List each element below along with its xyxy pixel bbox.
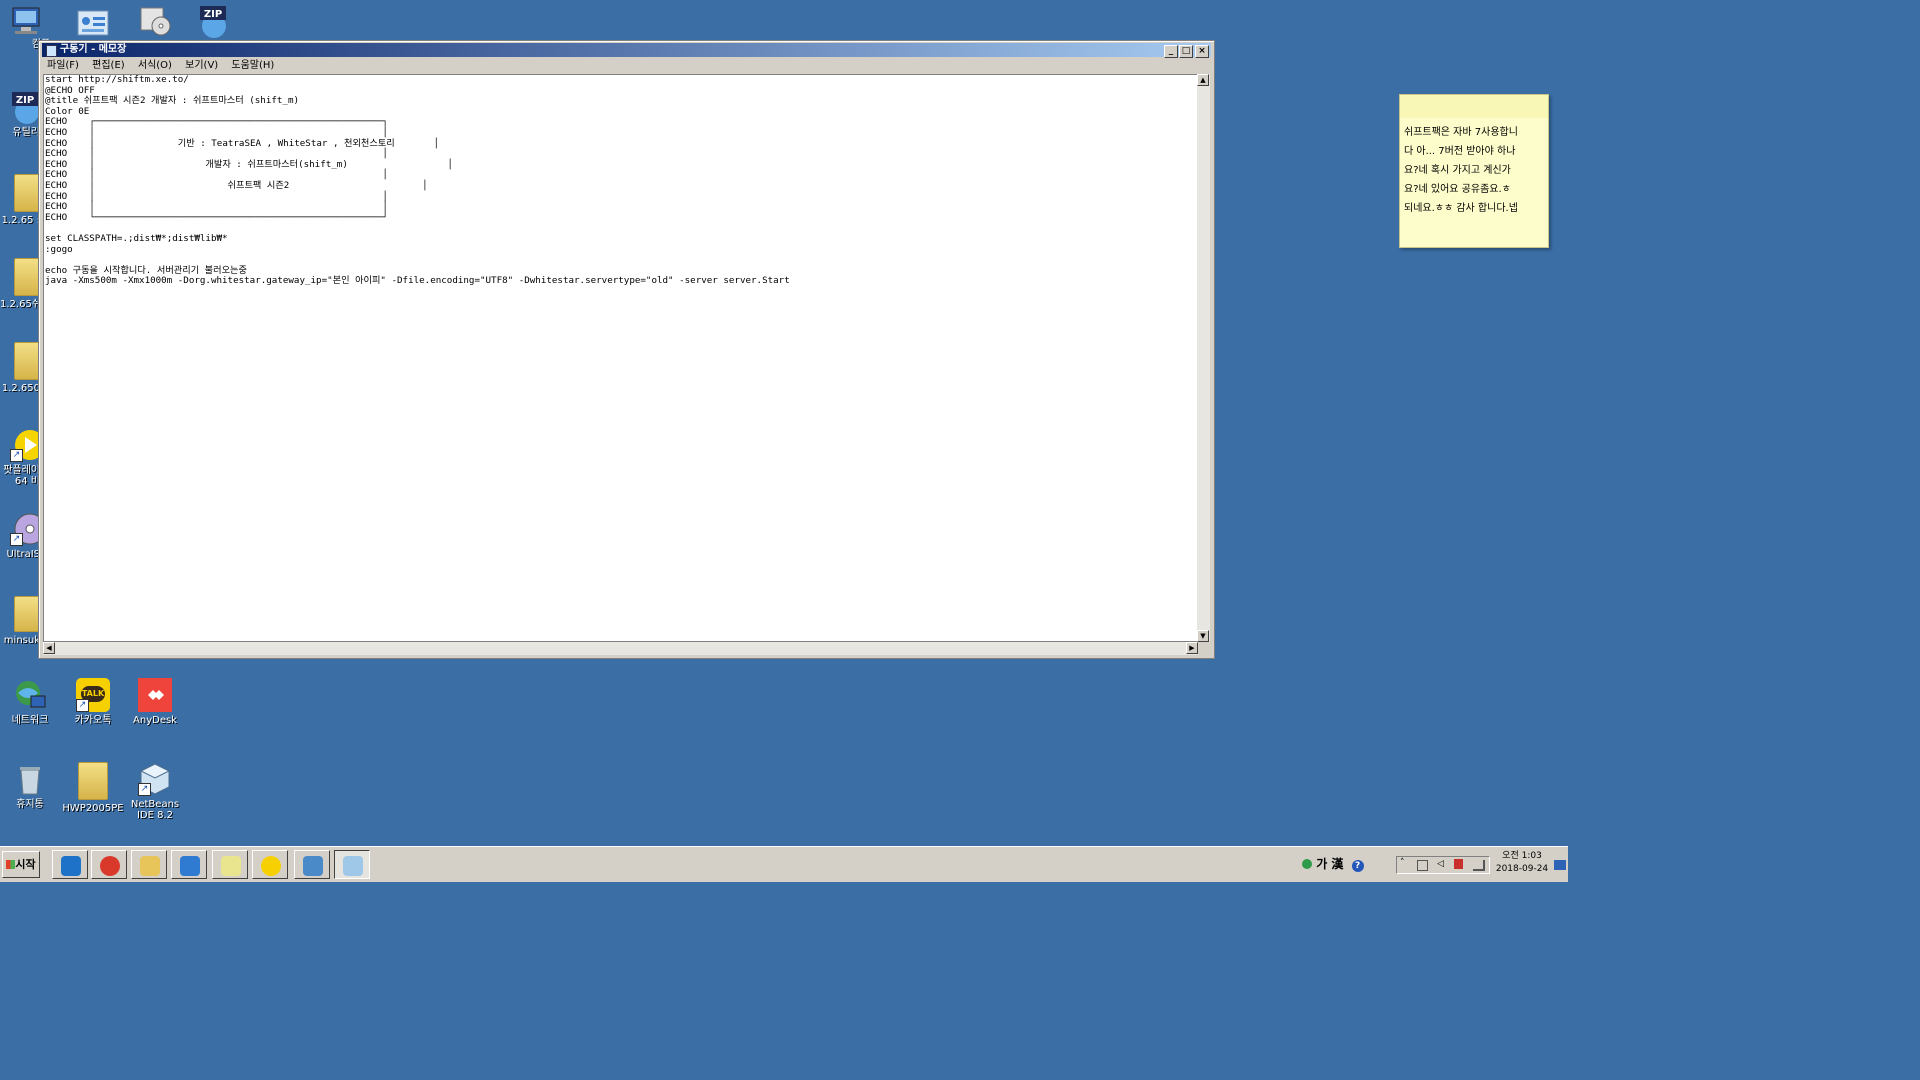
- desktop-icon-recycle-bin[interactable]: 휴지통: [0, 762, 62, 810]
- desktop-icon-anydesk[interactable]: AnyDesk: [123, 678, 187, 726]
- zip-badge: ZIP: [204, 9, 222, 20]
- kakaotalk-icon: [261, 856, 281, 876]
- desktop-icon-network[interactable]: 네트워크: [0, 678, 62, 726]
- menu-format[interactable]: 서식(O): [138, 60, 172, 71]
- tray-arrow-icon[interactable]: ˄: [1400, 858, 1405, 868]
- zip-utility-icon: ZIP: [10, 90, 40, 124]
- desktop-icon-folder-1[interactable]: 1.2.65 :: [0, 174, 40, 226]
- shortcut-arrow-icon: ↗: [76, 699, 89, 712]
- start-button[interactable]: 시작: [2, 851, 40, 878]
- close-button[interactable]: ×: [1195, 45, 1209, 58]
- desktop-icon-zip[interactable]: ZIP: [182, 4, 246, 41]
- lightning-app-icon: [303, 856, 323, 876]
- show-desktop-button[interactable]: [1554, 860, 1566, 870]
- taskbar: 시작 가 漢 ? ˄ ◁ 오전 1:03 2018-09-24: [0, 846, 1568, 882]
- media-player-icon: [180, 856, 200, 876]
- taskbar-app-notepad[interactable]: [334, 850, 370, 879]
- tray-signal-icon[interactable]: [1473, 860, 1485, 871]
- user-folder-icon: [14, 596, 40, 632]
- potplayer-icon: ↗: [10, 428, 40, 462]
- printer-disc-icon: [137, 4, 171, 36]
- taskbar-app-kakaotalk[interactable]: [252, 850, 288, 879]
- notepad-window[interactable]: 구동기 - 메모장 _ □ × 파일(F) 편집(E) 서식(O) 보기(V) 도움…: [38, 40, 1215, 659]
- clock-time: 오전 1:03: [1502, 851, 1542, 861]
- desktop-icon-user-folder[interactable]: minsuk: [0, 596, 40, 646]
- desktop-icon-folder-2[interactable]: 1.2.65쉬: [0, 258, 40, 310]
- clock-date: 2018-09-24: [1495, 864, 1549, 874]
- window-title: 구동기 - 메모장: [60, 44, 127, 55]
- shortcut-arrow-icon: ↗: [138, 783, 151, 796]
- scroll-left-button[interactable]: ◀: [43, 642, 55, 654]
- ime-icon: [1302, 859, 1312, 869]
- menu-file[interactable]: 파일(F): [47, 60, 79, 71]
- sticky-note-header[interactable]: [1400, 95, 1548, 118]
- tray-network-icon[interactable]: [1417, 860, 1428, 871]
- sticky-note[interactable]: 쉬프트팩은 자바 7사용합니 다 아... 7버전 받아야 하나 요?네 혹시 …: [1399, 94, 1549, 248]
- sticky-notes-icon: [221, 856, 241, 876]
- zip-icon: ZIP: [197, 4, 231, 38]
- computer-icon: [9, 6, 43, 36]
- kakaotalk-icon: TALK ↗: [76, 678, 110, 712]
- scroll-up-button[interactable]: ▲: [1197, 74, 1209, 86]
- hwp-folder-icon: [78, 762, 108, 800]
- desktop-icon-folder-3[interactable]: 1.2.650: [0, 342, 40, 394]
- folder-icon: [14, 342, 40, 380]
- netbeans-icon: ↗: [138, 762, 172, 796]
- sticky-note-line: 요?네 있어요 공유좀요.ㅎ: [1404, 184, 1511, 195]
- vertical-scrollbar[interactable]: ▲ ▼: [1197, 74, 1210, 642]
- menu-view[interactable]: 보기(V): [185, 60, 218, 71]
- window-titlebar[interactable]: 구동기 - 메모장 _ □ ×: [42, 43, 1211, 58]
- desktop-icon-ultraiso[interactable]: ↗ UltraIS: [0, 512, 40, 560]
- desktop-icon-kakaotalk[interactable]: TALK ↗ 카카오톡: [61, 678, 125, 726]
- notepad-icon: [343, 856, 363, 876]
- desktop-icon-zip-utility[interactable]: ZIP 유틸리: [0, 90, 40, 138]
- system-tray: ˄ ◁: [1396, 856, 1490, 874]
- anydesk-icon: [138, 678, 172, 712]
- svg-text:ZIP: ZIP: [16, 95, 34, 106]
- desktop-icon-hwp-folder[interactable]: HWP2005PE: [61, 762, 125, 814]
- ultraiso-icon: ↗: [10, 512, 40, 546]
- recycle-bin-icon: [13, 762, 47, 796]
- sticky-note-body[interactable]: 쉬프트팩은 자바 7사용합니 다 아... 7버전 받아야 하나 요?네 혹시 …: [1400, 118, 1548, 223]
- taskbar-app-lightning[interactable]: [294, 850, 330, 879]
- sticky-note-line: 되네요.ㅎㅎ 감사 합니다.넵: [1404, 203, 1518, 214]
- tray-alert-icon[interactable]: [1454, 859, 1463, 869]
- taskbar-clock[interactable]: 오전 1:03 2018-09-24: [1490, 850, 1554, 876]
- menu-bar: 파일(F) 편집(E) 서식(O) 보기(V) 도움말(H): [42, 58, 279, 73]
- network-icon: [13, 678, 47, 712]
- chrome-icon: [100, 856, 120, 876]
- menu-edit[interactable]: 편집(E): [92, 60, 125, 71]
- folder-icon: [14, 258, 40, 296]
- sticky-note-line: 요?네 혹시 가지고 계신가: [1404, 165, 1511, 176]
- taskbar-app-ie[interactable]: [52, 850, 88, 879]
- folder-icon: [14, 174, 40, 212]
- help-icon[interactable]: ?: [1351, 860, 1364, 872]
- shortcut-arrow-icon: ↗: [10, 533, 23, 546]
- desktop-icon-potplayer[interactable]: ↗ 팟플레이 64 비: [0, 428, 40, 487]
- desktop-icon-printer-disc[interactable]: [122, 4, 186, 39]
- scroll-down-button[interactable]: ▼: [1197, 630, 1209, 642]
- tray-volume-icon[interactable]: ◁: [1437, 859, 1444, 869]
- ime-indicator[interactable]: 가 漢 ?: [1302, 855, 1364, 872]
- ie-icon: [61, 856, 81, 876]
- menu-help[interactable]: 도움말(H): [231, 60, 274, 71]
- taskbar-app-media-player[interactable]: [171, 850, 207, 879]
- maximize-button[interactable]: □: [1179, 45, 1193, 58]
- explorer-icon: [140, 856, 160, 876]
- taskbar-app-chrome[interactable]: [91, 850, 127, 879]
- taskbar-app-sticky-notes[interactable]: [212, 850, 248, 879]
- text-editor[interactable]: start http://shiftm.xe.to/ @ECHO OFF @ti…: [43, 74, 1198, 642]
- scroll-right-button[interactable]: ▶: [1186, 642, 1198, 654]
- control-panel-icon: [76, 8, 110, 36]
- sticky-note-line: 쉬프트팩은 자바 7사용합니: [1404, 127, 1518, 138]
- notepad-icon: [46, 45, 57, 57]
- desktop-icon-control-panel[interactable]: [61, 8, 125, 39]
- sticky-note-line: 다 아... 7버전 받아야 하나: [1404, 146, 1516, 157]
- editor-content[interactable]: start http://shiftm.xe.to/ @ECHO OFF @ti…: [44, 74, 1197, 287]
- shortcut-arrow-icon: ↗: [10, 449, 23, 462]
- horizontal-scrollbar[interactable]: ◀ ▶: [43, 642, 1198, 655]
- taskbar-app-explorer[interactable]: [131, 850, 167, 879]
- minimize-button[interactable]: _: [1164, 45, 1178, 58]
- desktop-icon-netbeans[interactable]: ↗ NetBeans IDE 8.2: [123, 762, 187, 821]
